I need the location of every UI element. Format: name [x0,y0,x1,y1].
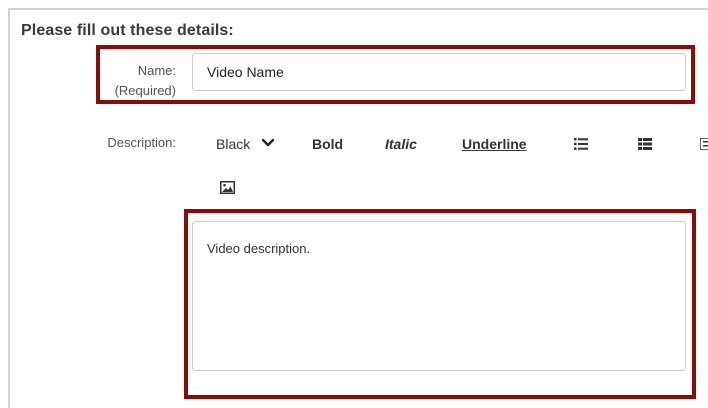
description-text: Video description. [207,241,311,256]
numbered-list-icon[interactable] [638,138,652,150]
chevron-down-icon[interactable] [261,137,275,149]
name-label: Name: (Required) [104,61,176,101]
name-label-text: Name: [137,63,176,78]
description-editor[interactable]: Video description. [192,221,686,371]
more-icon[interactable] [700,138,708,150]
form-heading: Please fill out these details: [21,22,234,39]
bold-button[interactable]: Bold [312,136,343,152]
name-input[interactable] [192,53,686,91]
text-color-select[interactable]: Black [216,136,250,152]
bulleted-list-icon[interactable] [574,138,588,150]
name-required-text: (Required) [114,83,176,98]
underline-button[interactable]: Underline [462,136,527,152]
description-label: Description: [107,135,176,150]
italic-button[interactable]: Italic [385,136,417,152]
image-icon[interactable] [220,181,235,194]
